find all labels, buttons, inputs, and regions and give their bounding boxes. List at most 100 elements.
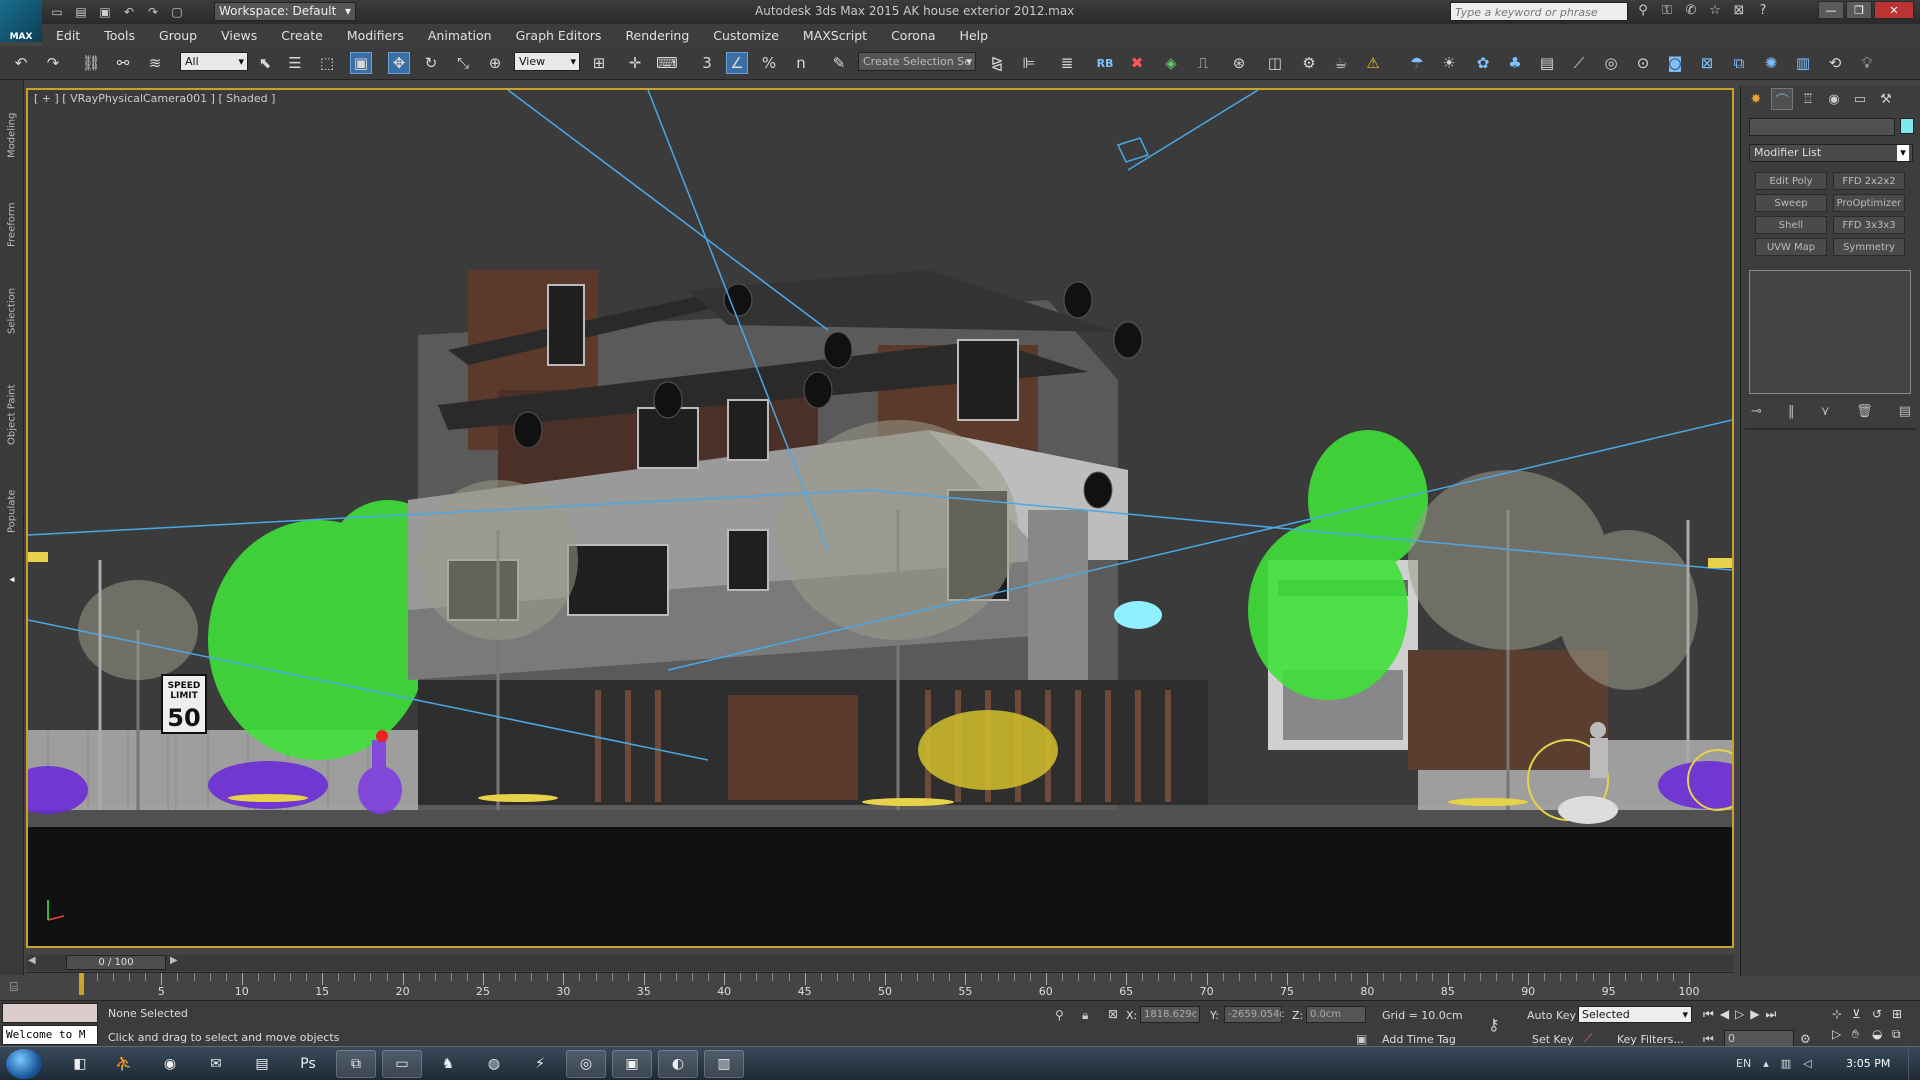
maxscript-listener-mini[interactable]	[2, 1003, 98, 1023]
modifier-stack[interactable]	[1749, 270, 1911, 394]
x-coord-field[interactable]: 1818.629c	[1140, 1006, 1200, 1023]
menu-edit[interactable]: Edit	[42, 28, 92, 43]
vray-proxy-icon[interactable]: ♣	[1504, 52, 1526, 74]
keyboard-shortcut-icon[interactable]: ⌨	[656, 52, 678, 74]
vray-fur-icon[interactable]: ✿	[1472, 52, 1494, 74]
walk-through-icon[interactable]: ◒	[1872, 1027, 1890, 1042]
edit-poly-button[interactable]: Edit Poly	[1755, 172, 1827, 190]
percent-snap-icon[interactable]: %	[758, 52, 780, 74]
schematic-view-icon[interactable]: ⊛	[1228, 52, 1250, 74]
open-file-icon[interactable]: ▤	[72, 3, 90, 21]
y-coord-field[interactable]: -2659.054c	[1224, 1006, 1285, 1023]
help-icon[interactable]: ?	[1755, 3, 1771, 18]
angle-snap-icon[interactable]: ∠	[726, 52, 748, 74]
vray-render-icon[interactable]: ◙	[1664, 52, 1686, 74]
undo-icon[interactable]: ↶	[120, 3, 138, 21]
track-bar[interactable]: 5 10 15 20 25 30 35 40 45 50 55 60 65 70 75 80 85 90 95 100	[26, 972, 1734, 998]
language-indicator[interactable]: EN	[1736, 1057, 1751, 1070]
layers-icon[interactable]: ◈	[1160, 52, 1182, 74]
redo-icon[interactable]: ↷	[42, 52, 64, 74]
modify-tab-icon[interactable]: ⌒	[1771, 88, 1793, 110]
taskbar-app-8-icon[interactable]: ♞	[428, 1050, 468, 1078]
layer-manager-icon[interactable]: ≣	[1056, 52, 1078, 74]
uvw-map-button[interactable]: UVW Map	[1755, 238, 1827, 256]
outlook-icon[interactable]: ✉	[196, 1050, 236, 1078]
taskbar-app-14-icon[interactable]: ▥	[704, 1050, 744, 1078]
isolate-selection-icon[interactable]: ⚲	[1055, 1008, 1064, 1022]
zoom-all-icon[interactable]: ⊻	[1852, 1007, 1870, 1021]
taskbar-app-9-icon[interactable]: ◍	[474, 1050, 514, 1078]
volume-icon[interactable]: ◁	[1803, 1057, 1811, 1070]
search-input[interactable]: Type a keyword or phrase	[1450, 2, 1628, 21]
select-rotate-icon[interactable]: ↻	[420, 52, 442, 74]
menu-maxscript[interactable]: MAXScript	[791, 28, 879, 43]
binoculars-icon[interactable]: ⚲	[1635, 3, 1651, 18]
select-move-icon[interactable]: ✥	[388, 52, 410, 74]
render-frame-icon[interactable]: ☕	[1330, 52, 1352, 74]
taskbar-app-1-icon[interactable]: ◧	[60, 1050, 100, 1078]
align-icon[interactable]: ⊫	[1018, 52, 1040, 74]
prev-frame-arrow-icon[interactable]: ◀	[28, 955, 36, 966]
chrome-icon[interactable]: ◉	[150, 1050, 190, 1078]
select-scale-icon[interactable]: ⤡	[452, 52, 474, 74]
render-setup-icon[interactable]: ⚙	[1298, 52, 1320, 74]
vray-sun-icon[interactable]: ☀	[1438, 52, 1460, 74]
menu-help[interactable]: Help	[948, 28, 1001, 43]
ffd-3x3x3-button[interactable]: FFD 3x3x3	[1833, 216, 1905, 234]
menu-group[interactable]: Group	[147, 28, 209, 43]
photoshop-icon[interactable]: Ps	[288, 1050, 328, 1078]
tab-selection[interactable]: Selection	[0, 276, 24, 346]
go-to-start-icon[interactable]: ⏮	[1703, 1007, 1714, 1022]
perspective-viewport[interactable]: [ + ] [ VRayPhysicalCamera001 ] [ Shaded…	[26, 88, 1734, 948]
selection-lock-icon[interactable]: 🔒︎	[1082, 1008, 1088, 1023]
shell-button[interactable]: Shell	[1755, 216, 1827, 234]
pan-icon[interactable]: ✋︎	[1852, 1027, 1870, 1042]
edit-named-selection-icon[interactable]: ✎	[828, 52, 850, 74]
tab-modeling[interactable]: Modeling	[0, 100, 24, 170]
vray-sphere-icon[interactable]: ◎	[1600, 52, 1622, 74]
menu-graph-editors[interactable]: Graph Editors	[504, 28, 614, 43]
motion-tab-icon[interactable]: ◉	[1823, 88, 1845, 110]
material-editor-icon[interactable]: ◫	[1264, 52, 1286, 74]
favorites-star-icon[interactable]: ☆	[1707, 3, 1723, 18]
exchange-icon[interactable]: ⊠	[1731, 3, 1747, 18]
taskbar-app-12-icon[interactable]: ▣	[612, 1050, 652, 1078]
mirror-icon[interactable]: ⧎	[986, 52, 1008, 74]
manipulate-icon[interactable]: ✛	[624, 52, 646, 74]
remove-modifier-icon[interactable]: 🗑︎	[1856, 404, 1873, 419]
object-name-field[interactable]	[1749, 118, 1895, 136]
vray-frame-buffer-icon[interactable]: ▤	[1536, 52, 1558, 74]
bind-spacewarp-icon[interactable]: ≋	[144, 52, 166, 74]
mini-curve-editor-icon[interactable]: ⌸	[10, 980, 18, 995]
network-icon[interactable]: ▥	[1781, 1057, 1791, 1070]
play-icon[interactable]: ▷	[1735, 1007, 1744, 1022]
add-time-tag[interactable]: Add Time Tag	[1382, 1033, 1456, 1046]
vray-material-icon[interactable]: ✺	[1760, 52, 1782, 74]
subscription-icon[interactable]: ⚿	[1659, 3, 1675, 18]
create-tab-icon[interactable]: ✸	[1745, 88, 1767, 110]
link-icon[interactable]: ⛓	[80, 52, 102, 74]
next-frame-icon[interactable]: ▶	[1750, 1007, 1759, 1022]
taskbar-app-2-icon[interactable]: ⛹	[104, 1050, 144, 1078]
zoom-icon[interactable]: ⊹	[1832, 1007, 1850, 1021]
set-key-button[interactable]: Set Key	[1532, 1033, 1574, 1046]
show-desktop-button[interactable]	[1908, 1047, 1920, 1080]
place-icon[interactable]: ⊕	[484, 52, 506, 74]
zoom-extents-icon[interactable]: ⊞	[1892, 1007, 1910, 1021]
vray-plane-icon[interactable]: ⟋	[1568, 52, 1590, 74]
vray-bulb-icon[interactable]: 💡︎	[1856, 52, 1878, 74]
project-folder-icon[interactable]: ▢	[168, 3, 186, 21]
system-clock[interactable]: 3:05 PM	[1846, 1057, 1890, 1070]
unlink-icon[interactable]: ⚯	[112, 52, 134, 74]
start-button[interactable]	[6, 1049, 42, 1079]
go-to-end-icon[interactable]: ⏭	[1766, 1007, 1777, 1022]
time-slider[interactable]: ◀ 0 / 100 ▶	[26, 955, 1734, 971]
menu-tools[interactable]: Tools	[92, 28, 147, 43]
menu-views[interactable]: Views	[209, 28, 269, 43]
menu-create[interactable]: Create	[269, 28, 335, 43]
ffd-2x2x2-button[interactable]: FFD 2x2x2	[1833, 172, 1905, 190]
window-crossing-icon[interactable]: ▣	[350, 52, 372, 74]
fov-icon[interactable]: ▷	[1832, 1027, 1850, 1042]
vray-mesh-icon[interactable]: ⊙	[1632, 52, 1654, 74]
close-x-icon[interactable]: ✖	[1126, 52, 1148, 74]
